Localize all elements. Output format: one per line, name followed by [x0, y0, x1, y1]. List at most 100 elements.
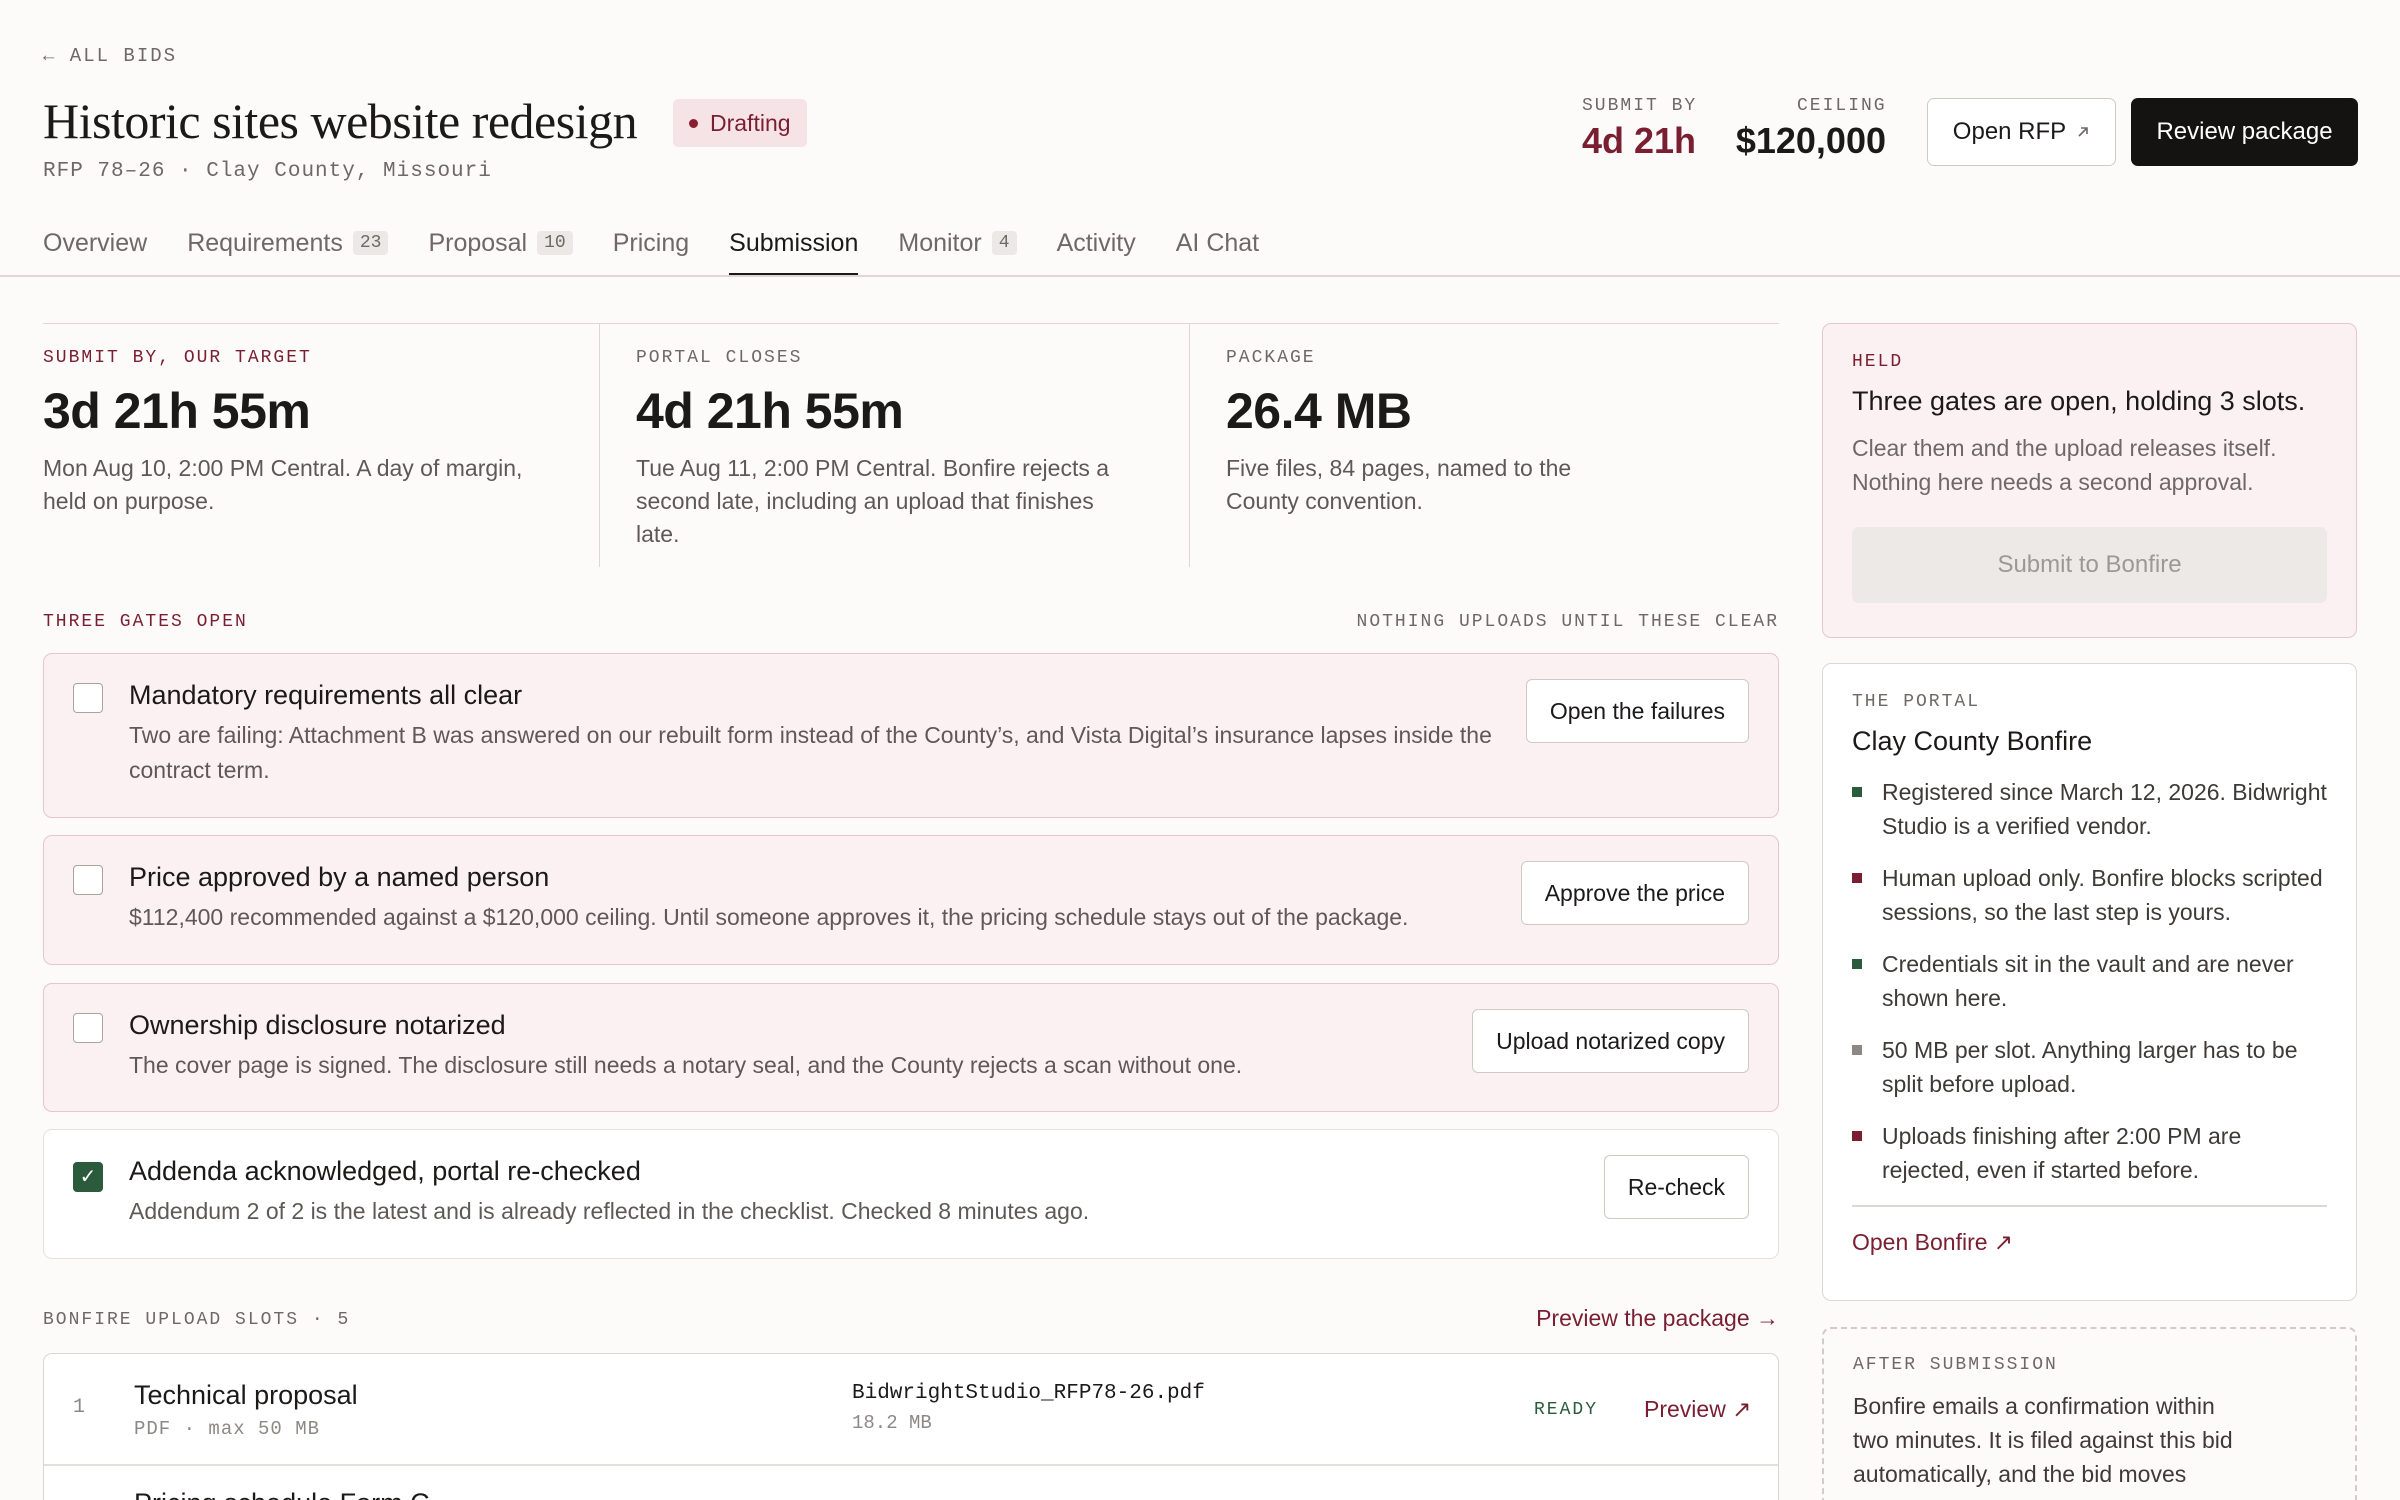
- tab-count: 10: [537, 231, 573, 255]
- divider: [1852, 1205, 2327, 1207]
- gate-addenda: ✓ Addenda acknowledged, portal re-checke…: [43, 1129, 1779, 1259]
- tab-label: Activity: [1056, 228, 1136, 257]
- gate-description: $112,400 recommended against a $120,000 …: [129, 904, 1409, 930]
- tab-count: 23: [352, 231, 389, 255]
- stat-label: SUBMIT BY, OUR TARGET: [43, 348, 312, 368]
- gates-section-note: NOTHING UPLOADS UNTIL THESE CLEAR: [1356, 612, 1779, 632]
- stat-target: SUBMIT BY, OUR TARGET 3d 21h 55m Mon Aug…: [43, 324, 599, 567]
- portal-label: THE PORTAL: [1852, 692, 1981, 712]
- gate-checkbox-checked[interactable]: ✓: [73, 1162, 103, 1192]
- gate-checkbox[interactable]: [73, 683, 103, 713]
- held-label: HELD: [1852, 352, 1904, 372]
- status-dot-icon: [689, 118, 698, 128]
- tab-monitor[interactable]: Monitor 4: [898, 218, 1017, 268]
- button-label: Re-check: [1627, 1173, 1725, 1200]
- recheck-button[interactable]: Re-check: [1603, 1155, 1749, 1219]
- slots-section-label: BONFIRE UPLOAD SLOTS · 5: [43, 1310, 351, 1330]
- portal-facts-list: Registered since March 12, 2026. Bidwrig…: [1852, 775, 2327, 1187]
- tab-divider: [0, 275, 2400, 277]
- square-bullet-icon: [1852, 1131, 1862, 1141]
- square-bullet-icon: [1852, 787, 1862, 797]
- back-to-all-bids-link[interactable]: ← ALL BIDS: [43, 45, 177, 67]
- submit-by-value: 4d 21h: [1582, 120, 1697, 161]
- square-bullet-icon: [1852, 1045, 1862, 1055]
- slot-number: 1: [73, 1396, 86, 1419]
- tab-label: Pricing: [612, 228, 690, 257]
- gate-mandatory-requirements: Mandatory requirements all clear Two are…: [43, 653, 1779, 818]
- slot-filename: BidwrightStudio_RFP78-26.pdf: [852, 1382, 1205, 1405]
- portal-card: THE PORTAL Clay County Bonfire Registere…: [1822, 663, 2357, 1301]
- button-label: Upload notarized copy: [1496, 1027, 1725, 1054]
- stat-value: 26.4 MB: [1226, 383, 1412, 439]
- list-item: Uploads finishing after 2:00 PM are reje…: [1852, 1119, 2327, 1187]
- gate-title: Price approved by a named person: [129, 862, 550, 892]
- stat-portal-closes: PORTAL CLOSES 4d 21h 55m Tue Aug 11, 2:0…: [599, 324, 1189, 567]
- stat-package: PACKAGE 26.4 MB Five files, 84 pages, na…: [1189, 324, 1779, 567]
- open-failures-button[interactable]: Open the failures: [1525, 679, 1749, 743]
- slot-status: READY: [1534, 1400, 1599, 1420]
- slot-format: PDF · max 50 MB: [134, 1418, 321, 1440]
- tab-overview[interactable]: Overview: [43, 218, 147, 268]
- slot-preview-link[interactable]: Preview ↗: [1644, 1396, 1751, 1423]
- after-description: Bonfire emails a confirmation within two…: [1853, 1393, 2233, 1487]
- stat-value: 3d 21h 55m: [43, 383, 311, 439]
- list-item-text: 50 MB per slot. Anything larger has to b…: [1882, 1037, 2298, 1097]
- gate-price-approval: Price approved by a named person $112,40…: [43, 835, 1779, 965]
- slot-filesize: 18.2 MB: [852, 1412, 932, 1434]
- stat-description: Mon Aug 10, 2:00 PM Central. A day of ma…: [43, 455, 523, 514]
- slot-name: Pricing schedule Form C: [134, 1488, 430, 1500]
- review-package-button[interactable]: Review package: [2131, 98, 2358, 166]
- gate-checkbox[interactable]: [73, 1013, 103, 1043]
- tab-label: Proposal: [428, 228, 528, 257]
- status-badge: Drafting: [673, 99, 807, 147]
- gate-ownership-disclosure: Ownership disclosure notarized The cover…: [43, 983, 1779, 1112]
- checkmark-icon: ✓: [79, 1166, 97, 1188]
- tab-label: Monitor: [898, 228, 982, 257]
- tab-count: 4: [991, 231, 1017, 255]
- open-rfp-label: Open RFP: [1952, 118, 2067, 145]
- tab-ai-chat[interactable]: AI Chat: [1176, 218, 1259, 268]
- stat-description: Five files, 84 pages, named to the Count…: [1226, 455, 1572, 514]
- approve-price-button[interactable]: Approve the price: [1520, 861, 1749, 925]
- open-rfp-button[interactable]: Open RFP: [1927, 98, 2116, 166]
- list-item-text: Credentials sit in the vault and are nev…: [1882, 951, 2294, 1011]
- stat-label: PACKAGE: [1226, 348, 1316, 368]
- gate-description: Addendum 2 of 2 is the latest and is alr…: [129, 1198, 1090, 1224]
- tab-pricing[interactable]: Pricing: [613, 218, 689, 268]
- external-link-icon: [2078, 127, 2088, 137]
- after-label: AFTER SUBMISSION: [1853, 1355, 2058, 1375]
- gate-title: Mandatory requirements all clear: [129, 680, 523, 710]
- open-bonfire-link[interactable]: Open Bonfire ↗: [1852, 1229, 2327, 1256]
- list-item: Registered since March 12, 2026. Bidwrig…: [1852, 775, 2327, 843]
- table-row: Pricing schedule Form C: [44, 1464, 1778, 1500]
- tab-label: AI Chat: [1175, 228, 1260, 257]
- list-item-text: Uploads finishing after 2:00 PM are reje…: [1882, 1123, 2242, 1183]
- square-bullet-icon: [1852, 873, 1862, 883]
- submit-by-label: SUBMIT BY: [1582, 96, 1698, 116]
- portal-title: Clay County Bonfire: [1852, 726, 2093, 756]
- upload-notarized-copy-button[interactable]: Upload notarized copy: [1472, 1009, 1749, 1073]
- held-card: HELD Three gates are open, holding 3 slo…: [1822, 323, 2357, 638]
- deadline-stats: SUBMIT BY, OUR TARGET 3d 21h 55m Mon Aug…: [43, 323, 1779, 567]
- list-item-text: Human upload only. Bonfire blocks script…: [1882, 865, 2323, 925]
- gate-title: Ownership disclosure notarized: [129, 1010, 506, 1040]
- held-description: Clear them and the upload releases itsel…: [1852, 435, 2277, 495]
- square-bullet-icon: [1852, 959, 1862, 969]
- tab-requirements[interactable]: Requirements 23: [187, 218, 389, 268]
- status-badge-label: Drafting: [710, 110, 791, 136]
- preview-package-link[interactable]: Preview the package →: [1500, 1305, 1779, 1332]
- gate-checkbox[interactable]: [73, 865, 103, 895]
- list-item: Human upload only. Bonfire blocks script…: [1852, 861, 2327, 929]
- held-title: Three gates are open, holding 3 slots.: [1852, 386, 2306, 416]
- stat-description: Tue Aug 11, 2:00 PM Central. Bonfire rej…: [636, 455, 1110, 547]
- slot-name: Technical proposal: [134, 1380, 358, 1410]
- stat-value: 4d 21h 55m: [636, 383, 904, 439]
- submit-to-bonfire-button[interactable]: Submit to Bonfire: [1852, 527, 2327, 603]
- button-label: Open the failures: [1549, 697, 1725, 724]
- table-row: 1 Technical proposal PDF · max 50 MB Bid…: [44, 1354, 1778, 1464]
- tab-activity[interactable]: Activity: [1057, 218, 1136, 268]
- tab-submission[interactable]: Submission: [729, 218, 859, 276]
- tab-label: Submission: [729, 228, 859, 257]
- gates-section-label: THREE GATES OPEN: [43, 612, 248, 632]
- tab-proposal[interactable]: Proposal 10: [428, 218, 573, 268]
